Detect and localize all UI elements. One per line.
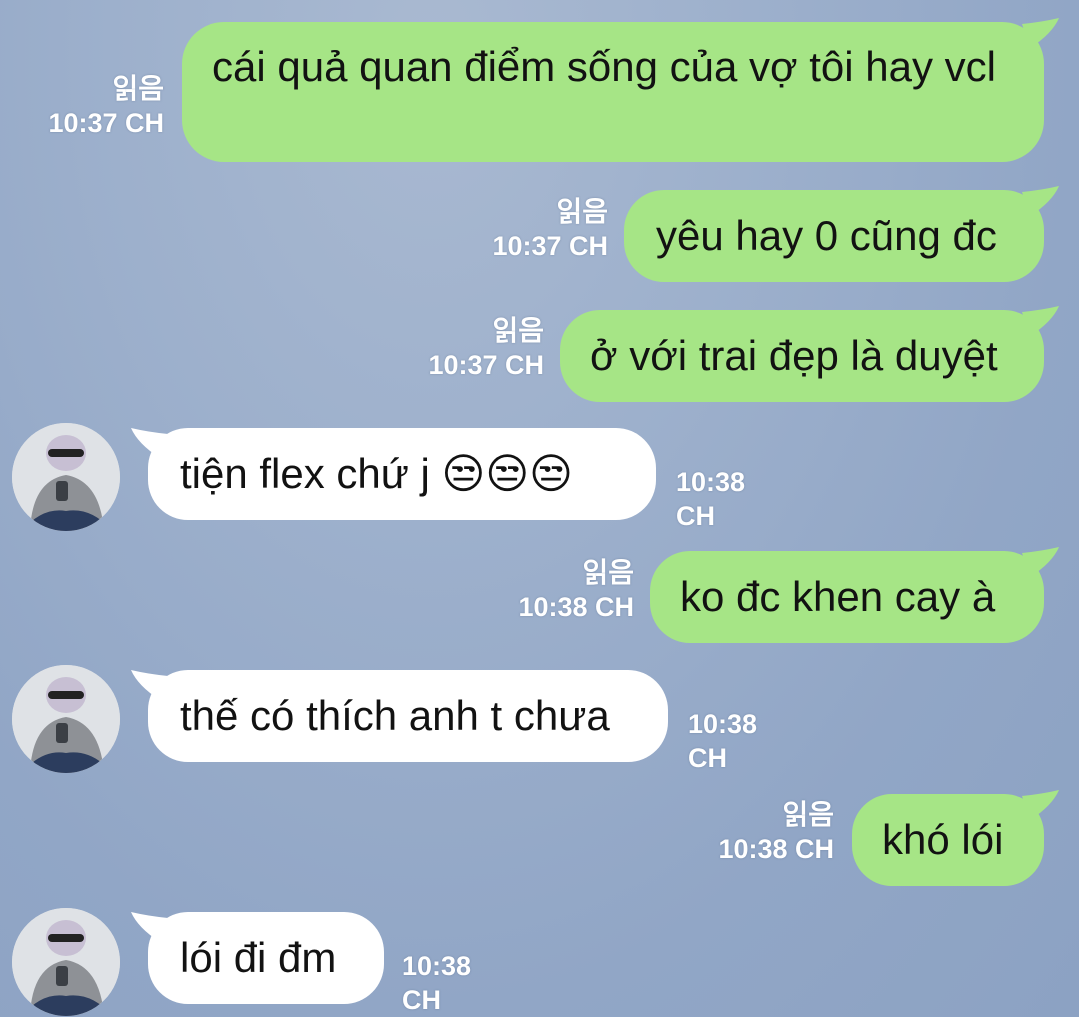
message-time: 10:37 CH xyxy=(428,350,544,380)
avatar-image xyxy=(12,908,120,1016)
message-text: yêu hay 0 cũng đc xyxy=(656,212,997,259)
message-time: 10:38 CH xyxy=(718,834,834,864)
read-receipt: 읽음 xyxy=(492,315,544,346)
message-text: ko đc khen cay à xyxy=(680,573,996,620)
read-receipt: 읽음 xyxy=(556,196,608,227)
message-meta: 읽음 10:37 CH xyxy=(392,314,544,382)
message-bubble[interactable]: ko đc khen cay à xyxy=(650,551,1044,643)
message-meta: 10:38 CH xyxy=(676,465,745,533)
message-bubble[interactable]: khó lói xyxy=(852,794,1044,886)
message-text: ở với trai đẹp là duyệt xyxy=(590,332,998,379)
avatar-image xyxy=(12,665,120,773)
message-meta: 읽음 10:38 CH xyxy=(482,556,634,624)
message-bubble[interactable]: thế có thích anh t chưa xyxy=(148,670,668,762)
message-time: 10:37 CH xyxy=(48,108,164,138)
message-bubble[interactable]: cái quả quan điểm sống của vợ tôi hay vc… xyxy=(182,22,1044,162)
avatar[interactable] xyxy=(12,423,120,531)
message-text: lói đi đm xyxy=(180,934,337,981)
read-receipt: 읽음 xyxy=(582,557,634,588)
message-meta: 읽음 10:38 CH xyxy=(682,798,834,866)
message-meta: 10:38 CH xyxy=(688,707,757,775)
message-time: 10:38 CH xyxy=(518,592,634,622)
message-bubble[interactable]: yêu hay 0 cũng đc xyxy=(624,190,1044,282)
message-text: thế có thích anh t chưa xyxy=(180,692,610,739)
avatar-image xyxy=(12,423,120,531)
message-time: 10:38 CH xyxy=(402,951,472,1015)
message-time: 10:38 CH xyxy=(676,467,746,531)
message-meta: 10:38 CH xyxy=(402,949,471,1017)
avatar[interactable] xyxy=(12,665,120,773)
message-time: 10:38 CH xyxy=(688,709,758,773)
message-text: khó lói xyxy=(882,816,1004,863)
message-bubble[interactable]: ở với trai đẹp là duyệt xyxy=(560,310,1044,402)
message-text: tiện flex chứ j 😒😒😒 xyxy=(180,450,573,497)
message-bubble[interactable]: tiện flex chứ j 😒😒😒 xyxy=(148,428,656,520)
message-bubble[interactable]: lói đi đm xyxy=(148,912,384,1004)
message-meta: 읽음 10:37 CH xyxy=(20,72,164,140)
message-meta: 읽음 10:37 CH xyxy=(456,195,608,263)
message-time: 10:37 CH xyxy=(492,231,608,261)
avatar[interactable] xyxy=(12,908,120,1016)
read-receipt: 읽음 xyxy=(112,73,164,104)
message-text: cái quả quan điểm sống của vợ tôi hay vc… xyxy=(212,43,996,90)
read-receipt: 읽음 xyxy=(782,799,834,830)
